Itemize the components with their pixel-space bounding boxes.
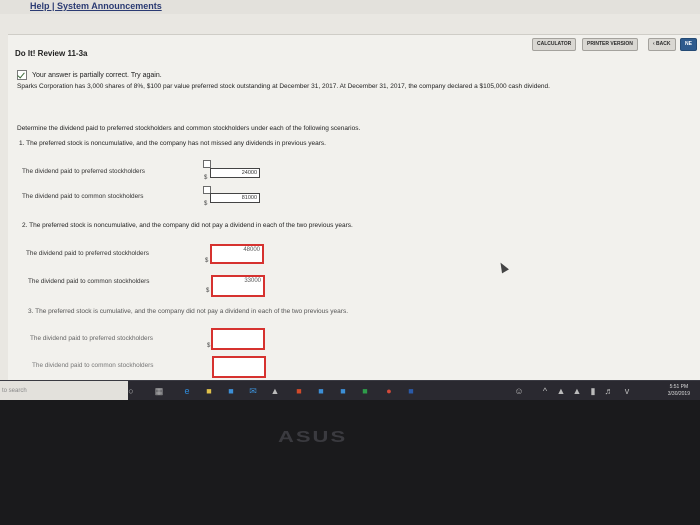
calculator-button[interactable]: CALCULATOR bbox=[532, 38, 577, 51]
tray-chevron-icon[interactable]: ^ bbox=[540, 386, 550, 396]
currency-symbol: $ bbox=[204, 201, 208, 207]
scenario-2-text: 2. The preferred stock is noncumulative,… bbox=[22, 222, 353, 229]
network-icon[interactable]: ▲ bbox=[556, 386, 566, 396]
scenario-3-preferred-input[interactable] bbox=[211, 328, 265, 350]
scenario-3-common-label: The dividend paid to common stockholders bbox=[32, 362, 154, 369]
chrome-icon[interactable]: ● bbox=[384, 386, 394, 396]
scenario-1-preferred-input[interactable]: 24000 bbox=[210, 168, 260, 178]
scenario-3-text: 3. The preferred stock is cumulative, an… bbox=[28, 308, 349, 315]
scenario-1-common-label: The dividend paid to common stockholders bbox=[22, 193, 144, 200]
windows-taskbar: to search ○ ▦ e ■ ■ ✉ ▲ ■ ■ ■ ■ ● ■ ☺ ^ … bbox=[0, 380, 700, 401]
app-blue-icon[interactable]: ■ bbox=[316, 386, 326, 396]
edge-browser-icon[interactable]: e bbox=[182, 386, 192, 396]
problem-instruction: Determine the dividend paid to preferred… bbox=[17, 125, 361, 132]
currency-symbol: $ bbox=[204, 175, 208, 181]
problem-intro: Sparks Corporation has 3,000 shares of 8… bbox=[17, 83, 550, 90]
clock-date: 3/30/2019 bbox=[667, 391, 690, 397]
excel-icon[interactable]: ■ bbox=[360, 386, 370, 396]
feedback-text: Your answer is partially correct. Try ag… bbox=[32, 71, 162, 79]
help-announcements-link[interactable]: Help | System Announcements bbox=[30, 1, 162, 11]
laptop-bezel bbox=[0, 400, 700, 525]
currency-symbol: $ bbox=[205, 258, 209, 264]
scenario-2-preferred-label: The dividend paid to preferred stockhold… bbox=[26, 250, 149, 257]
scenario-2-common-input[interactable]: 33000 bbox=[211, 275, 265, 297]
correct-check-icon bbox=[203, 160, 211, 168]
scenario-2-common-label: The dividend paid to common stockholders bbox=[28, 278, 150, 285]
scenario-2-preferred-input[interactable]: 48000 bbox=[210, 244, 264, 264]
app-blue-2-icon[interactable]: ■ bbox=[338, 386, 348, 396]
people-icon[interactable]: ☺ bbox=[514, 386, 524, 396]
taskbar-search-box[interactable]: to search bbox=[0, 381, 128, 401]
volume-icon[interactable]: ♬ bbox=[604, 386, 614, 396]
top-link-bar: Help | System Announcements bbox=[0, 0, 700, 14]
app-red-icon[interactable]: ■ bbox=[294, 386, 304, 396]
file-explorer-icon[interactable]: ■ bbox=[204, 386, 214, 396]
scenario-2-common-value: 33000 bbox=[244, 278, 261, 284]
app-icon[interactable]: ▲ bbox=[270, 386, 280, 396]
currency-symbol: $ bbox=[207, 343, 211, 349]
microphone-icon[interactable]: ○ bbox=[126, 386, 136, 396]
partial-check-icon bbox=[17, 70, 27, 80]
feedback-message: Your answer is partially correct. Try ag… bbox=[17, 70, 162, 80]
currency-symbol: $ bbox=[206, 288, 210, 294]
task-view-icon[interactable]: ▦ bbox=[154, 386, 164, 396]
scenario-1-common-input[interactable]: 81000 bbox=[210, 193, 260, 203]
problem-title: Do It! Review 11-3a bbox=[15, 49, 88, 58]
battery-icon[interactable]: ▮ bbox=[588, 386, 598, 396]
clock-time: 5:51 PM bbox=[669, 384, 689, 390]
word-icon[interactable]: ■ bbox=[406, 386, 416, 396]
scenario-1-preferred-label: The dividend paid to preferred stockhold… bbox=[22, 168, 145, 175]
language-icon[interactable]: v bbox=[622, 386, 632, 396]
taskbar-clock[interactable]: 5:51 PM 3/30/2019 bbox=[668, 384, 690, 398]
scenario-1-text: 1. The preferred stock is noncumulative,… bbox=[19, 140, 326, 147]
scenario-3-preferred-label: The dividend paid to preferred stockhold… bbox=[30, 335, 153, 342]
mail-icon[interactable]: ✉ bbox=[248, 386, 258, 396]
brand-logo: ASUS bbox=[278, 427, 348, 446]
printer-version-button[interactable]: PRINTER VERSION bbox=[582, 38, 638, 51]
scenario-2-preferred-value: 48000 bbox=[243, 247, 260, 253]
next-button[interactable]: NE bbox=[680, 38, 697, 51]
browser-screen: Help | System Announcements CALCULATOR P… bbox=[0, 0, 700, 380]
scenario-3-common-input[interactable] bbox=[212, 356, 266, 378]
store-icon[interactable]: ■ bbox=[226, 386, 236, 396]
wifi-icon[interactable]: ▲ bbox=[572, 386, 582, 396]
back-button[interactable]: ‹ BACK bbox=[648, 38, 676, 51]
